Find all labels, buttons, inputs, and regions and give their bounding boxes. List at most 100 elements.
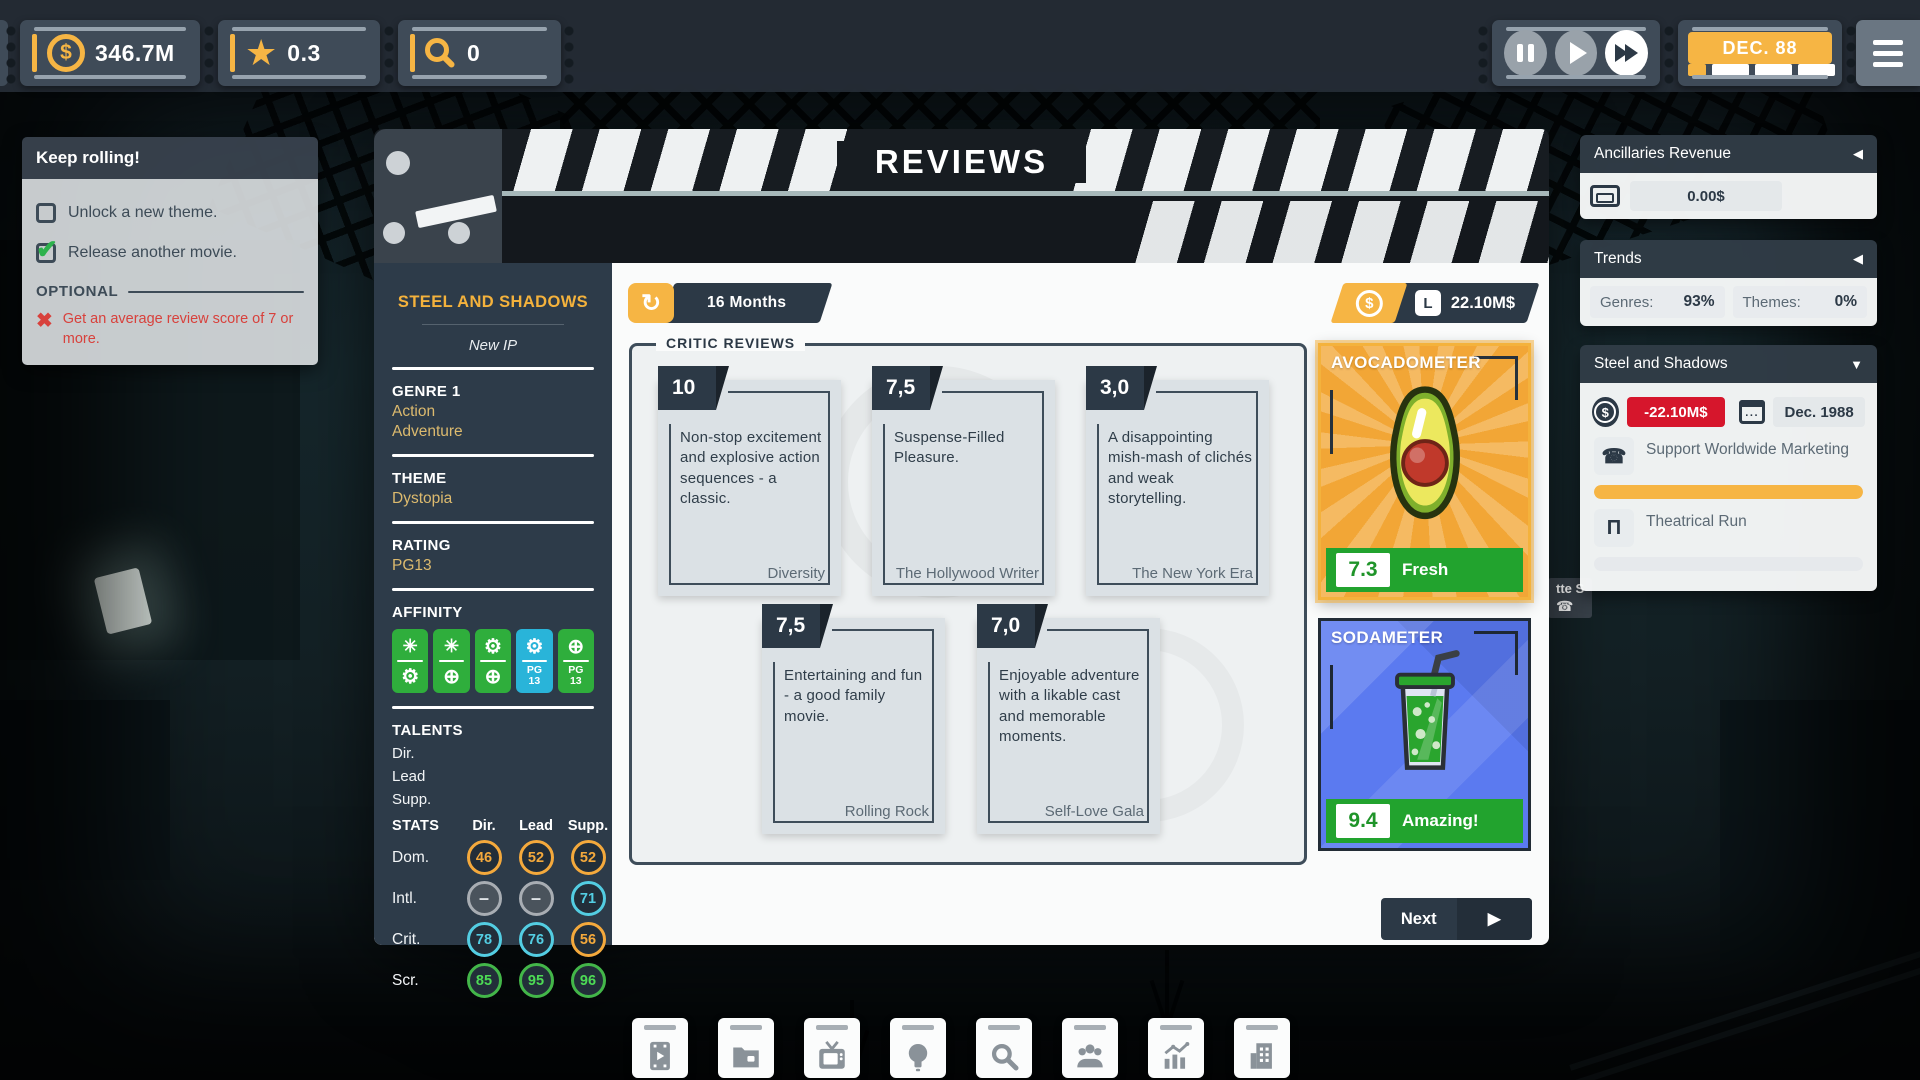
- toolbar-projects-button[interactable]: [718, 1018, 774, 1078]
- sodameter-result: 9.4 Amazing!: [1326, 799, 1523, 843]
- rating-label: RATING: [392, 537, 594, 554]
- budget-ticket[interactable]: $ 346.7M: [20, 20, 200, 86]
- review-source: The Hollywood Writer: [896, 565, 1039, 582]
- ticket-perforation: [564, 24, 574, 86]
- stat-value: 46: [467, 840, 502, 875]
- affinity-tile: [433, 629, 469, 693]
- objectives-panel: Keep rolling! Unlock a new theme. ✔ Rele…: [22, 137, 318, 365]
- affinity-tile: [392, 629, 428, 693]
- dollar-circle-icon: $: [1592, 397, 1619, 427]
- review-source: Rolling Rock: [845, 803, 929, 820]
- toolbar-staff-button[interactable]: [1062, 1018, 1118, 1078]
- revenue-value: 22.10M$: [1451, 294, 1515, 313]
- stat-value: –: [467, 881, 502, 916]
- collapse-down-icon[interactable]: ▼: [1850, 357, 1863, 372]
- review-score: 10: [658, 366, 716, 410]
- gear-icon: [525, 632, 543, 660]
- trends-title: Trends: [1594, 250, 1642, 268]
- toolbar-ideas-button[interactable]: [890, 1018, 946, 1078]
- sodameter-score: 9.4: [1336, 804, 1390, 838]
- top-bar: $ 346.7M ★ 0.3 0 DEC. 88: [0, 0, 1920, 92]
- gear-icon: [484, 632, 502, 660]
- pg13-badge: [527, 662, 542, 690]
- review-source: Self-Love Gala: [1045, 803, 1144, 820]
- game-screen: { "colors":{"accent":"#f6b544","navy":"#…: [0, 0, 1920, 1080]
- sodameter-title: SODAMETER: [1331, 628, 1443, 648]
- review-score: 7,5: [872, 366, 930, 410]
- ancillaries-title: Ancillaries Revenue: [1594, 145, 1731, 163]
- dollar-circle-icon: $: [1355, 290, 1382, 317]
- toolbar-tv-button[interactable]: [804, 1018, 860, 1078]
- month-progress: [1688, 64, 1835, 76]
- review-card: 7,5 Entertaining and fun - a good family…: [762, 618, 945, 834]
- avocadometer-card[interactable]: AVOCADOMETER 7.3 Fresh: [1318, 343, 1531, 600]
- review-card: 3,0 A disappointing mish-mash of clichés…: [1086, 380, 1269, 596]
- col-header: Dir.: [472, 818, 495, 834]
- review-source: The New York Era: [1132, 565, 1253, 582]
- avocadometer-title: AVOCADOMETER: [1331, 353, 1481, 373]
- ticket-perforation: [1478, 24, 1488, 86]
- review-text: Entertaining and fun - a good family mov…: [784, 666, 929, 727]
- movie-status-panel: Steel and Shadows ▼ $ -22.10M$ Dec. 1988…: [1580, 345, 1877, 591]
- next-button[interactable]: Next ▶: [1381, 898, 1532, 940]
- duration-badge: ↻ 16 Months: [628, 283, 826, 323]
- pause-button[interactable]: [1504, 30, 1547, 76]
- menu-button[interactable]: [1856, 20, 1920, 86]
- stats-table: STATS Dir. Lead Supp. Dom. 46 52 52 Intl…: [392, 818, 594, 998]
- hamburger-icon: [1873, 40, 1903, 45]
- sodameter-card[interactable]: SODAMETER 9.4: [1318, 618, 1531, 851]
- scouting-ticket[interactable]: 0: [398, 20, 561, 86]
- marketing-phone-icon: ☎: [1594, 437, 1634, 475]
- ancillaries-panel: Ancillaries Revenue ◀ 0.00$: [1580, 135, 1877, 219]
- objective-label: Get an average review score of 7 or more…: [63, 310, 304, 349]
- stats-header: STATS: [392, 818, 439, 834]
- set-crates: [0, 700, 170, 880]
- fast-forward-button[interactable]: [1605, 30, 1648, 76]
- toolbar-stats-button[interactable]: [1148, 1018, 1204, 1078]
- date-label: DEC. 88: [1688, 32, 1832, 64]
- budget-value: 346.7M: [95, 40, 175, 67]
- campaign-item: ☎ Support Worldwide Marketing: [1594, 437, 1863, 499]
- affinity-label: AFFINITY: [392, 604, 594, 621]
- scout-icon: [425, 38, 449, 62]
- movie-date: Dec. 1988: [1773, 397, 1865, 427]
- review-score: 7,0: [977, 604, 1035, 648]
- affinity-tile: [516, 629, 552, 693]
- stat-value: 71: [571, 881, 606, 916]
- reputation-ticket[interactable]: ★ 0.3: [218, 20, 380, 86]
- optional-divider: OPTIONAL: [36, 283, 304, 300]
- stat-value: 52: [519, 840, 554, 875]
- compass-icon: [567, 632, 584, 660]
- play-button[interactable]: [1555, 30, 1598, 76]
- review-score: 7,5: [762, 604, 820, 648]
- clock-history-icon: ↻: [628, 283, 674, 323]
- stat-value: –: [519, 881, 554, 916]
- review-card: 10 Non-stop excitement and explosive act…: [658, 380, 841, 596]
- fireworks-icon: [403, 632, 418, 660]
- checkbox-unchecked-icon: [36, 203, 56, 223]
- toolbar-studio-button[interactable]: [1234, 1018, 1290, 1078]
- duration-value: 16 Months: [707, 294, 786, 312]
- stat-value: 56: [571, 922, 606, 957]
- toolbar-search-button[interactable]: [976, 1018, 1032, 1078]
- review-text: Enjoyable adventure with a likable cast …: [999, 666, 1144, 747]
- star-icon: ★: [245, 35, 277, 71]
- collapse-left-icon[interactable]: ◀: [1853, 146, 1863, 162]
- col-header: Supp.: [568, 818, 608, 834]
- date-ticket: DEC. 88: [1678, 20, 1842, 86]
- compass-icon: [443, 662, 460, 690]
- bulb-icon: [901, 1039, 935, 1073]
- optional-label: OPTIONAL: [36, 283, 118, 300]
- vhs-icon: [1590, 185, 1620, 207]
- ancillaries-header[interactable]: Ancillaries Revenue ◀: [1580, 135, 1877, 173]
- toolbar-movies-button[interactable]: [632, 1018, 688, 1078]
- accent-bar: [32, 34, 37, 72]
- movie-status-header[interactable]: Steel and Shadows ▼: [1580, 345, 1877, 383]
- trends-header[interactable]: Trends ◀: [1580, 240, 1877, 278]
- review-score: 3,0: [1086, 366, 1144, 410]
- review-zone: ↻ 16 Months $ L 22.10M$ CRITIC REVIEWS 1…: [612, 263, 1549, 945]
- tv-icon: [815, 1039, 849, 1073]
- building-icon: [1245, 1039, 1279, 1073]
- collapse-left-icon[interactable]: ◀: [1853, 251, 1863, 267]
- dollar-coin-icon: $: [47, 34, 85, 72]
